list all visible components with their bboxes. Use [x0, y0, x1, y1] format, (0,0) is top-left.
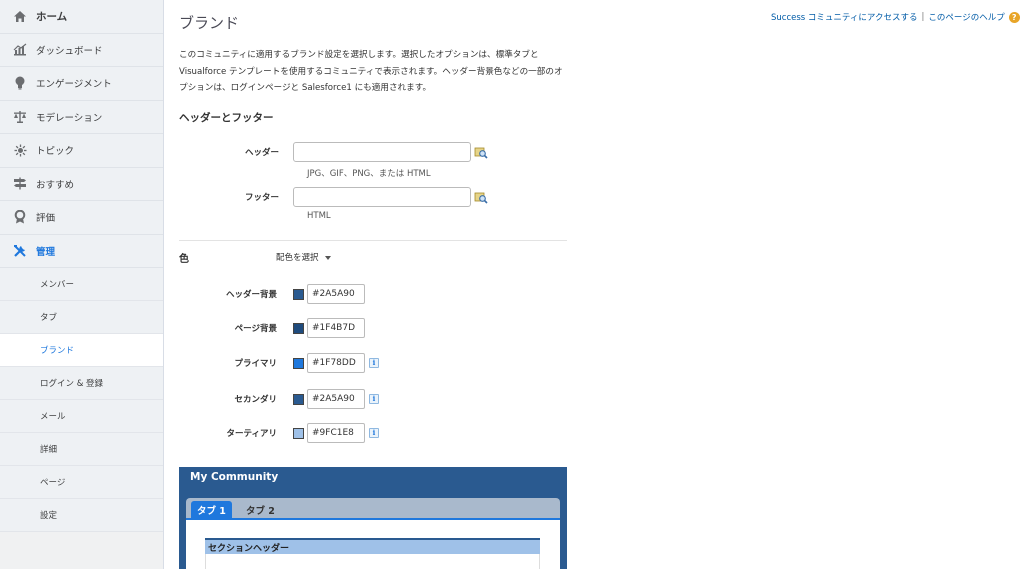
sidebar-item-label: ホーム: [36, 10, 68, 23]
sidebar-item-label: 評価: [36, 213, 56, 225]
chevron-down-icon: [324, 255, 331, 260]
lookup-icon[interactable]: [474, 190, 488, 204]
section-title-header-footer: ヘッダーとフッター: [179, 112, 274, 124]
help-link[interactable]: このページのヘルプ: [928, 11, 1004, 23]
header-row: ヘッダー: [179, 142, 488, 162]
section-divider: [179, 240, 567, 241]
dashboard-icon: [12, 42, 28, 58]
color-hex-input[interactable]: #2A5A90: [307, 389, 365, 409]
color-hex-input[interactable]: #9FC1E8: [307, 423, 365, 443]
sidebar-item-moderation[interactable]: モデレーション: [0, 100, 163, 134]
color-row-primary: プライマリ #1F78DD i: [179, 353, 379, 373]
sidebar-item-recommendations[interactable]: おすすめ: [0, 167, 163, 201]
preview-section-body: [205, 554, 540, 569]
sidebar-item-label: 管理: [36, 246, 56, 258]
preview-section-header: セクションヘッダー: [205, 538, 540, 554]
sidebar-item-label: おすすめ: [36, 179, 75, 191]
lookup-icon[interactable]: [474, 145, 488, 159]
color-row-header-bg: ヘッダー背景 #2A5A90: [179, 284, 365, 304]
sidebar-item-home[interactable]: ホーム: [0, 0, 163, 34]
header-file-input[interactable]: [293, 142, 471, 162]
color-label: ターティアリ: [226, 429, 278, 439]
footer-row: フッター: [179, 187, 488, 207]
color-scheme-select[interactable]: 配色を選択: [276, 251, 331, 263]
color-hex-input[interactable]: #1F78DD: [307, 353, 365, 373]
sidebar-subitem-pages[interactable]: ページ: [0, 466, 163, 499]
color-scheme-label: 配色を選択: [276, 253, 319, 263]
color-row-secondary: セカンダリ #2A5A90 i: [179, 389, 379, 409]
sidebar-item-label: トピック: [36, 146, 75, 158]
info-icon[interactable]: i: [369, 428, 379, 438]
sidebar-subitem-details[interactable]: 詳細: [0, 433, 163, 466]
color-swatch[interactable]: [293, 427, 304, 439]
success-community-link[interactable]: Success コミュニティにアクセスする: [771, 11, 917, 23]
sidebar-subitem-settings[interactable]: 設定: [0, 499, 163, 532]
color-label: ヘッダー背景: [225, 290, 277, 300]
preview-section: セクションヘッダー: [204, 537, 541, 569]
color-row-page-bg: ページ背景 #1F4B7D: [179, 318, 365, 338]
sidebar-item-label: エンゲージメント: [36, 79, 112, 91]
color-hex-input[interactable]: #2A5A90: [307, 284, 365, 304]
top-links: Success コミュニティにアクセスする | このページのヘルプ ?: [771, 11, 1020, 23]
topic-icon: [12, 142, 28, 158]
footer-hint: HTML: [307, 211, 331, 221]
sidebar-item-reputation[interactable]: 評価: [0, 201, 163, 235]
info-icon[interactable]: i: [369, 394, 379, 404]
color-swatch[interactable]: [293, 322, 304, 334]
preview-tab-1: タブ 1: [191, 501, 232, 518]
page-description: このコミュニティに適用するブランド設定を選択します。選択したオプションは、標準タ…: [179, 50, 563, 93]
color-swatch[interactable]: [293, 357, 304, 369]
preview-tab-2: タブ 2: [246, 505, 275, 517]
preview-tab-bar: タブ 1 タブ 2: [186, 498, 560, 520]
link-separator: |: [921, 12, 925, 22]
sidebar: ホーム ダッシュボード エンゲージメント モデレーション トピック おすすめ 評…: [0, 0, 164, 569]
info-icon[interactable]: i: [369, 358, 379, 368]
color-row-tertiary: ターティアリ #9FC1E8 i: [179, 423, 379, 443]
sidebar-subitem-members[interactable]: メンバー: [0, 268, 163, 301]
color-swatch[interactable]: [293, 288, 304, 300]
award-icon: [12, 209, 28, 225]
tools-icon: [12, 243, 28, 259]
sidebar-item-label: モデレーション: [36, 112, 103, 124]
signpost-icon: [12, 176, 28, 192]
footer-label: フッター: [244, 193, 279, 203]
preview-body: セクションヘッダー: [186, 520, 560, 569]
sidebar-subitem-emails[interactable]: メール: [0, 400, 163, 433]
home-icon: [12, 8, 28, 24]
sidebar-subitem-branding[interactable]: ブランド: [0, 334, 163, 367]
color-label: セカンダリ: [234, 395, 277, 405]
section-title-colors: 色: [179, 254, 189, 265]
help-icon[interactable]: ?: [1008, 11, 1020, 23]
sidebar-item-administration[interactable]: 管理: [0, 234, 163, 268]
sidebar-subitem-login-registration[interactable]: ログイン & 登録: [0, 367, 163, 400]
sidebar-item-topics[interactable]: トピック: [0, 134, 163, 168]
sidebar-subitem-tabs[interactable]: タブ: [0, 301, 163, 334]
page-title: ブランド: [179, 14, 240, 32]
color-hex-input[interactable]: #1F4B7D: [307, 318, 365, 338]
scale-icon: [12, 109, 28, 125]
footer-file-input[interactable]: [293, 187, 471, 207]
lightbulb-icon: [12, 75, 28, 91]
sidebar-item-engagement[interactable]: エンゲージメント: [0, 67, 163, 101]
sidebar-item-label: ダッシュボード: [36, 45, 103, 57]
branding-preview: My Community タブ 1 タブ 2 セクションヘッダー: [179, 467, 567, 569]
color-label: ページ背景: [234, 324, 277, 334]
color-swatch[interactable]: [293, 393, 304, 405]
header-label: ヘッダー: [244, 148, 279, 158]
color-label: プライマリ: [234, 359, 277, 369]
preview-community-name: My Community: [190, 471, 279, 483]
header-hint: JPG、GIF、PNG、または HTML: [307, 169, 431, 179]
sidebar-item-dashboard[interactable]: ダッシュボード: [0, 33, 163, 67]
